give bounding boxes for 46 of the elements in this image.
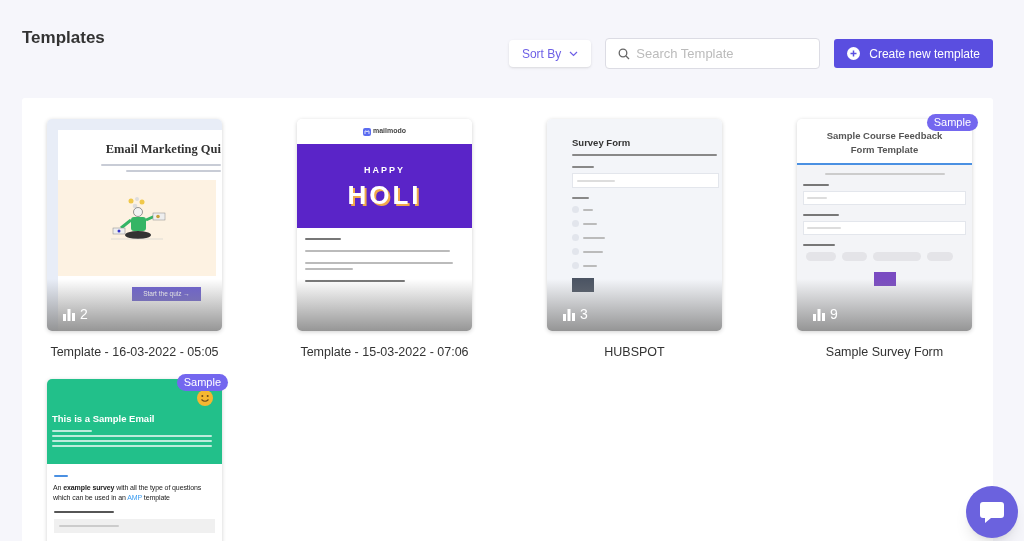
text-line	[54, 474, 68, 477]
text-line	[572, 166, 594, 169]
banner-text: HAPPY	[364, 164, 405, 178]
view-count: 2	[80, 307, 88, 321]
chat-icon	[979, 500, 1005, 524]
text-line	[807, 197, 827, 199]
bar-chart-icon	[813, 309, 825, 321]
sample-badge: Sample	[176, 373, 228, 391]
view-count: 3	[580, 307, 588, 321]
text-line	[54, 510, 114, 513]
form-title: Sample Course Feedback Form Template	[825, 129, 944, 157]
banner-heading: HOLI	[347, 181, 422, 208]
hero-title: This is a Sample Email	[52, 411, 156, 426]
text-line	[583, 250, 603, 253]
text-line	[583, 236, 605, 239]
template-name: Template - 16-03-2022 - 05:05	[50, 344, 219, 361]
sample-badge: Sample	[926, 114, 978, 131]
page-title: Templates	[22, 27, 105, 49]
text-line	[52, 430, 92, 432]
text-line	[572, 197, 589, 200]
text-line	[803, 184, 829, 186]
preview-title: Survey Form	[572, 136, 632, 150]
template-name: Template - 15-03-2022 - 07:06	[300, 344, 469, 361]
text-line	[59, 524, 119, 527]
plus-circle-icon	[847, 47, 861, 60]
text-line	[803, 214, 839, 216]
view-count: 9	[830, 307, 838, 321]
bar-chart-icon	[63, 309, 75, 321]
text-line	[807, 227, 841, 229]
chevron-down-icon	[569, 50, 579, 57]
text-line	[305, 268, 353, 270]
preview-title: Email Marketing Qui	[105, 141, 221, 158]
bar-chart-icon	[563, 309, 575, 321]
create-template-button[interactable]: Create new template	[834, 39, 993, 68]
smiley-icon	[197, 389, 213, 406]
sort-dropdown[interactable]: Sort By	[508, 40, 592, 67]
template-name: HUBSPOT	[604, 344, 665, 361]
text-line	[577, 179, 615, 182]
text-line	[583, 222, 597, 225]
template-name: Sample Survey Form	[825, 344, 944, 361]
logo-icon	[362, 127, 371, 136]
text-line	[803, 244, 835, 246]
search-field[interactable]: Search Template	[605, 38, 821, 69]
text-line	[305, 238, 341, 240]
chat-button[interactable]	[966, 486, 1018, 538]
text-line	[583, 264, 597, 267]
